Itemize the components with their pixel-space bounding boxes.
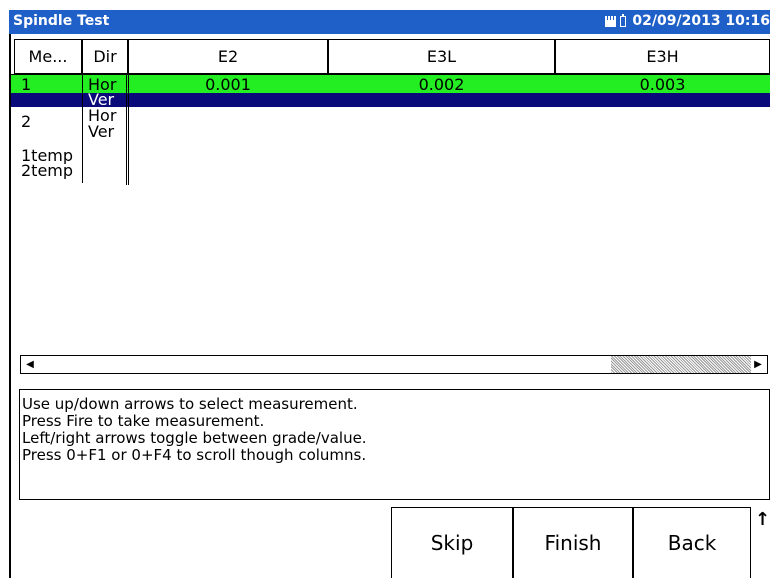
- horizontal-scrollbar[interactable]: ◀ ▶: [20, 355, 768, 374]
- column-separator: [126, 75, 127, 185]
- skip-button[interactable]: Skip: [391, 507, 513, 578]
- cell-dir: Hor: [88, 108, 117, 124]
- cell-dir: Hor: [88, 77, 117, 93]
- cell-e3l: 0.002: [418, 77, 465, 93]
- cell-measurement: 2temp: [21, 163, 74, 179]
- table-row-highlight[interactable]: [11, 93, 770, 107]
- cell-measurement: 1temp: [21, 148, 74, 164]
- window-title: Spindle Test: [13, 13, 110, 29]
- column-header-e2[interactable]: E2: [128, 39, 328, 74]
- up-arrow-icon: ↑: [755, 509, 770, 530]
- cell-measurement: 2: [21, 114, 32, 130]
- cell-measurement: 1: [21, 77, 32, 93]
- battery-icon: [620, 13, 627, 27]
- title-bar: Spindle Test 02/09/2013 10:16: [9, 10, 770, 34]
- back-button[interactable]: Back: [633, 507, 751, 578]
- instruction-line: Press Fire to take measurement.: [22, 412, 265, 430]
- column-header-dir[interactable]: Dir: [82, 39, 128, 74]
- left-arrow-icon[interactable]: ◀: [21, 356, 39, 373]
- instruction-line: Use up/down arrows to select measurement…: [22, 395, 358, 413]
- datetime: 02/09/2013 10:16: [632, 13, 770, 29]
- status-area: 02/09/2013 10:16: [605, 13, 770, 29]
- finish-button[interactable]: Finish: [513, 507, 633, 578]
- scrollbar-track[interactable]: [611, 356, 751, 373]
- instruction-line: Press 0+F1 or 0+F4 to scroll though colu…: [22, 446, 367, 464]
- right-arrow-icon[interactable]: ▶: [749, 356, 767, 373]
- instructions-panel: Use up/down arrows to select measurement…: [19, 389, 770, 500]
- spindle-test-window: Spindle Test 02/09/2013 10:16 Me... Dir …: [0, 0, 770, 578]
- column-header-measurement[interactable]: Me...: [14, 39, 82, 74]
- instruction-line: Left/right arrows toggle between grade/v…: [22, 429, 367, 447]
- cell-dir: Ver: [88, 92, 115, 108]
- measurement-table[interactable]: Me... Dir E2 E3L E3H 1 Hor 0.001 0.002 0…: [11, 35, 770, 353]
- column-header-e3h[interactable]: E3H: [555, 39, 770, 74]
- column-header-e3l[interactable]: E3L: [328, 39, 555, 74]
- column-separator: [82, 75, 83, 183]
- cell-e2: 0.001: [205, 77, 251, 93]
- sd-card-icon: [605, 15, 617, 27]
- cell-dir: Ver: [88, 124, 115, 140]
- cell-e3h: 0.003: [639, 77, 686, 93]
